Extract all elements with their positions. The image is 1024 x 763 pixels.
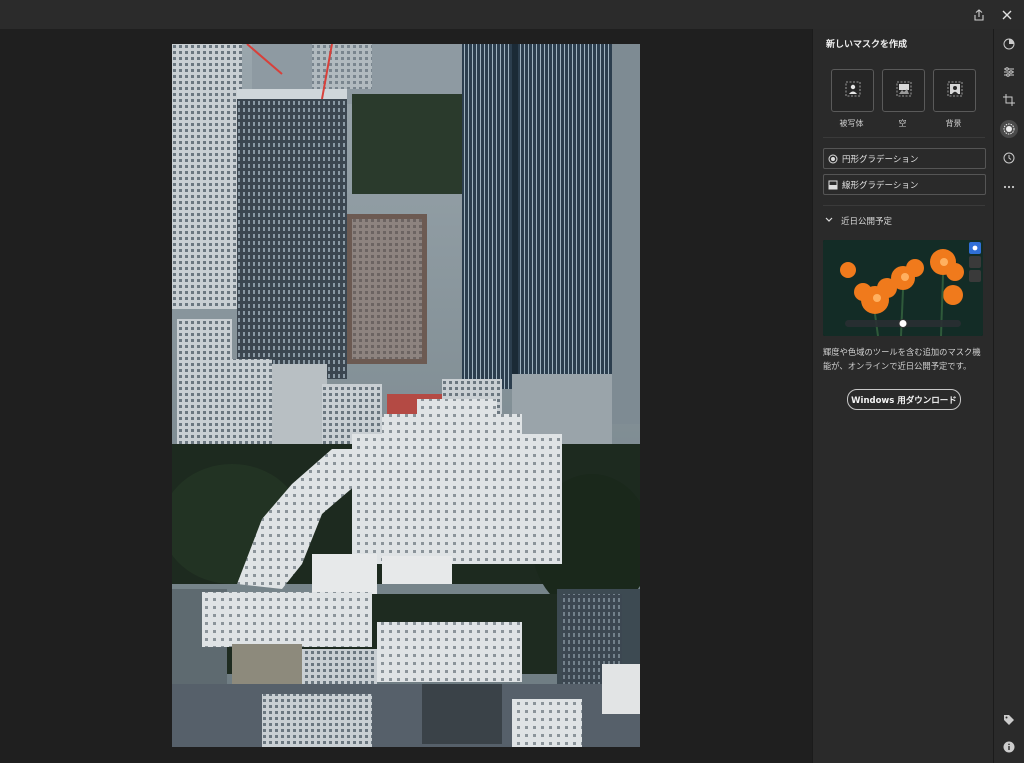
coming-soon-description: 輝度や色域のツールを含む追加のマスク機能が、オンラインで近日公開予定です。 xyxy=(823,347,981,371)
radial-gradient-icon xyxy=(824,154,842,164)
subject-label: 被写体 xyxy=(839,119,864,128)
linear-gradient-button[interactable]: 線形グラデーション xyxy=(823,174,986,195)
chevron-down-icon xyxy=(825,216,833,226)
select-sky-button[interactable] xyxy=(882,69,925,112)
feature-preview-image xyxy=(823,240,983,336)
person-icon xyxy=(845,81,861,101)
title-bar xyxy=(0,0,1024,30)
share-icon[interactable] xyxy=(970,6,988,24)
image-canvas xyxy=(0,29,812,763)
panel-title: 新しいマスクを作成 xyxy=(826,40,908,50)
download-windows-button[interactable]: Windows 用ダウンロード xyxy=(847,389,961,410)
linear-gradient-label: 線形グラデーション xyxy=(842,180,919,191)
more-icon[interactable] xyxy=(1000,178,1018,196)
mask-panel: 新しいマスクを作成 被写体 空 背景 円形グラデーション 線形グラデーション 近… xyxy=(812,29,994,763)
sliders-icon[interactable] xyxy=(1000,63,1018,81)
tool-strip xyxy=(993,29,1024,763)
close-icon[interactable] xyxy=(998,6,1016,24)
divider xyxy=(823,205,985,206)
select-background-button[interactable] xyxy=(933,69,976,112)
sky-label: 空 xyxy=(898,119,907,128)
linear-gradient-icon xyxy=(824,180,842,190)
flowers-illustration xyxy=(823,240,983,336)
photo-image[interactable] xyxy=(172,44,640,747)
sky-icon xyxy=(896,81,912,101)
radial-gradient-button[interactable]: 円形グラデーション xyxy=(823,148,986,169)
radial-gradient-label: 円形グラデーション xyxy=(842,154,919,165)
history-icon[interactable] xyxy=(1000,149,1018,167)
edit-icon[interactable] xyxy=(1000,35,1018,53)
mask-icon[interactable] xyxy=(1000,120,1018,138)
tag-icon[interactable] xyxy=(1000,711,1018,729)
select-subject-button[interactable] xyxy=(831,69,874,112)
info-icon[interactable] xyxy=(1000,738,1018,756)
background-label: 背景 xyxy=(945,119,962,128)
divider xyxy=(823,137,985,138)
background-icon xyxy=(947,81,963,101)
crop-icon[interactable] xyxy=(1000,91,1018,109)
city-photo-illustration xyxy=(172,44,640,747)
coming-soon-heading: 近日公開予定 xyxy=(841,217,893,227)
coming-soon-section-toggle[interactable]: 近日公開予定 xyxy=(825,215,892,227)
